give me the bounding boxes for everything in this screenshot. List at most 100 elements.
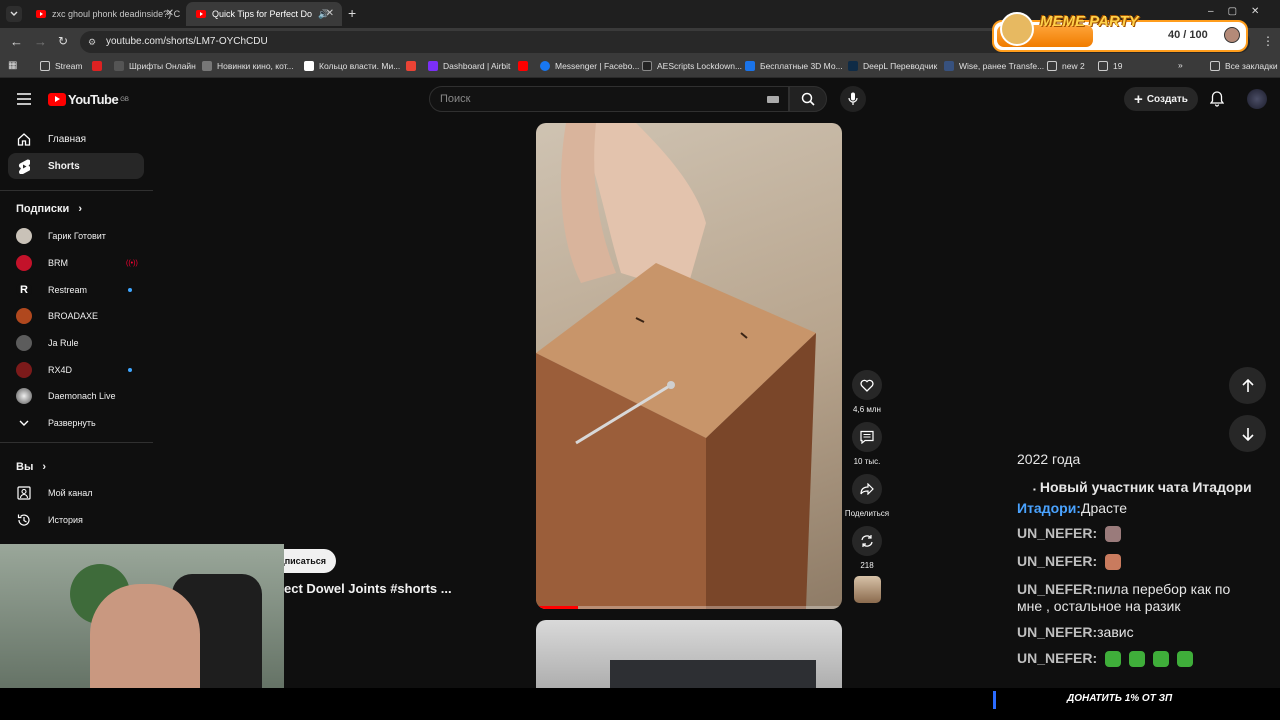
bookmark-gmail[interactable] bbox=[406, 61, 421, 71]
video-progress-bar[interactable] bbox=[536, 606, 842, 609]
all-bookmarks[interactable]: Все закладки bbox=[1210, 61, 1278, 71]
arrow-down-icon bbox=[1241, 427, 1254, 441]
subscriptions-header[interactable]: Подписки › bbox=[16, 203, 82, 215]
short-video-player[interactable] bbox=[536, 123, 842, 609]
notifications-bell-icon[interactable] bbox=[1209, 91, 1225, 112]
voice-search-button[interactable] bbox=[840, 86, 866, 112]
channel-name: Гарик Готовит bbox=[48, 231, 106, 241]
bookmark-label: 19 bbox=[1113, 61, 1123, 71]
bookmark-rings[interactable]: Кольцо власти. Ми... bbox=[304, 61, 400, 71]
next-short-button[interactable] bbox=[1229, 415, 1266, 452]
chevron-right-icon: › bbox=[78, 203, 82, 215]
more-bookmarks-icon[interactable]: » bbox=[1178, 60, 1183, 70]
keyboard-icon[interactable] bbox=[767, 96, 779, 103]
comments-button[interactable] bbox=[852, 422, 882, 452]
search-icon bbox=[801, 92, 815, 106]
bookmark-messenger[interactable]: Messenger | Facebo... bbox=[540, 61, 639, 71]
sidebar-item-label: Мой канал bbox=[48, 488, 93, 498]
facebook-icon bbox=[540, 61, 550, 71]
back-icon[interactable]: ← bbox=[10, 34, 23, 49]
you-header[interactable]: Вы › bbox=[16, 461, 46, 473]
sidebar-sub-jarule[interactable]: Ja Rule bbox=[8, 330, 144, 356]
pepe-emote-icon bbox=[1153, 651, 1170, 668]
sidebar-item-label: Главная bbox=[48, 133, 87, 145]
close-window-icon[interactable]: ✕ bbox=[1251, 6, 1273, 17]
pepe-emote-icon bbox=[1129, 651, 1146, 668]
short-title: ect Dowel Joints #shorts ... bbox=[284, 581, 452, 596]
tab-close-icon[interactable]: ✕ bbox=[326, 8, 334, 19]
search-placeholder: Поиск bbox=[440, 93, 471, 105]
bookmark-label: Шрифты Онлайн bbox=[129, 61, 196, 71]
folder-icon bbox=[40, 61, 50, 71]
reload-icon[interactable]: ↻ bbox=[58, 34, 68, 48]
sound-thumbnail[interactable] bbox=[854, 576, 881, 603]
sidebar-item-history[interactable]: История bbox=[8, 507, 144, 533]
sidebar-sub-rx4d[interactable]: RX4D bbox=[8, 357, 144, 383]
bookmark-aescripts[interactable]: AEScripts Lockdown... bbox=[642, 61, 742, 71]
bookmarks-bar: ▦ Stream Шрифты Онлайн Новинки кино, кот… bbox=[0, 56, 1280, 78]
maximize-icon[interactable]: ▢ bbox=[1228, 6, 1251, 17]
sidebar-item-label: История bbox=[48, 515, 83, 525]
bookmark-label: Wise, ранее Transfe... bbox=[959, 61, 1045, 71]
menu-dots-icon[interactable]: ⋮ bbox=[1262, 34, 1274, 48]
new-tab-button[interactable]: + bbox=[348, 5, 356, 21]
apps-grid-icon[interactable]: ▦ bbox=[8, 60, 17, 71]
site-info-icon[interactable]: ⚙ bbox=[88, 31, 96, 53]
create-button[interactable]: + Создать bbox=[1124, 87, 1198, 111]
account-avatar[interactable] bbox=[1247, 89, 1267, 109]
region-code: GB bbox=[120, 96, 129, 103]
sidebar-item-my-channel[interactable]: Мой канал bbox=[8, 480, 144, 506]
chat-message: UN_NEFER: bbox=[1017, 525, 1129, 543]
channel-name: RX4D bbox=[48, 365, 73, 375]
chat-message: Итадори:Драсте bbox=[1017, 500, 1127, 516]
bookmark-red[interactable] bbox=[92, 61, 107, 71]
sidebar-sub-broadaxe[interactable]: BROADAXE bbox=[8, 303, 144, 329]
bookmark-label: Messenger | Facebo... bbox=[555, 61, 640, 71]
bookmark-wise[interactable]: Wise, ранее Transfe... bbox=[944, 61, 1044, 71]
chat-message: UN_NEFER: bbox=[1017, 553, 1129, 571]
bullet-icon: ▪ bbox=[1033, 485, 1036, 494]
folder-icon bbox=[1098, 61, 1108, 71]
search-box[interactable]: Поиск bbox=[429, 86, 789, 112]
sidebar-expand[interactable]: Развернуть bbox=[8, 410, 144, 436]
channel-icon bbox=[16, 485, 32, 501]
search-button[interactable] bbox=[789, 86, 827, 112]
hamburger-menu-icon[interactable] bbox=[17, 92, 31, 110]
chevron-down-icon bbox=[10, 11, 18, 16]
bookmark-deepl[interactable]: DeepL Переводчик bbox=[848, 61, 937, 71]
subscriptions-header-label: Подписки bbox=[16, 203, 70, 215]
forward-icon[interactable]: → bbox=[34, 34, 47, 49]
meme-counter: 40 / 100 bbox=[1168, 29, 1208, 41]
tab-title: zxc ghoul phonk deadinside?) C bbox=[52, 9, 181, 19]
bookmark-label: new 2 bbox=[1062, 61, 1085, 71]
bookmark-youtube[interactable] bbox=[518, 61, 533, 71]
bookmark-fonts[interactable]: Шрифты Онлайн bbox=[114, 61, 196, 71]
sidebar-item-shorts[interactable]: Shorts bbox=[8, 153, 144, 179]
bookmark-stream[interactable]: Stream bbox=[40, 61, 82, 71]
sidebar-sub-restream[interactable]: R Restream bbox=[8, 277, 144, 303]
sidebar-sub-daemonach[interactable]: Daemonach Live bbox=[8, 383, 144, 409]
tab-list-button[interactable] bbox=[6, 6, 22, 22]
previous-short-button[interactable] bbox=[1229, 367, 1266, 404]
bookmark-19[interactable]: 19 bbox=[1098, 61, 1122, 71]
movie-icon bbox=[202, 61, 212, 71]
sidebar-item-home[interactable]: Главная bbox=[8, 126, 144, 152]
like-button[interactable] bbox=[852, 370, 882, 400]
remix-button[interactable] bbox=[852, 526, 882, 556]
youtube-logo[interactable]: YouTube GB bbox=[48, 92, 129, 107]
share-button[interactable] bbox=[852, 474, 882, 504]
bookmark-movies[interactable]: Новинки кино, кот... bbox=[202, 61, 294, 71]
tab-zxc-ghoul[interactable]: zxc ghoul phonk deadinside?) C ✕ bbox=[26, 2, 182, 26]
tab-quick-tips[interactable]: Quick Tips for Perfect Dowe 🔊 ✕ bbox=[186, 2, 342, 26]
chat-username: Итадори: bbox=[1017, 500, 1081, 516]
channel-name: Restream bbox=[48, 285, 88, 295]
tab-close-icon[interactable]: ✕ bbox=[166, 8, 174, 19]
youtube-favicon-icon bbox=[36, 10, 46, 18]
sidebar-sub-garik[interactable]: Гарик Готовит bbox=[8, 223, 144, 249]
bookmark-airbit[interactable]: Dashboard | Airbit bbox=[428, 61, 510, 71]
bookmark-3d[interactable]: Бесплатные 3D Мо... bbox=[745, 61, 843, 71]
wise-icon bbox=[944, 61, 954, 71]
sidebar-sub-brm[interactable]: BRM ((•)) bbox=[8, 250, 144, 276]
minimize-icon[interactable]: – bbox=[1208, 6, 1228, 17]
bookmark-new2[interactable]: new 2 bbox=[1047, 61, 1085, 71]
